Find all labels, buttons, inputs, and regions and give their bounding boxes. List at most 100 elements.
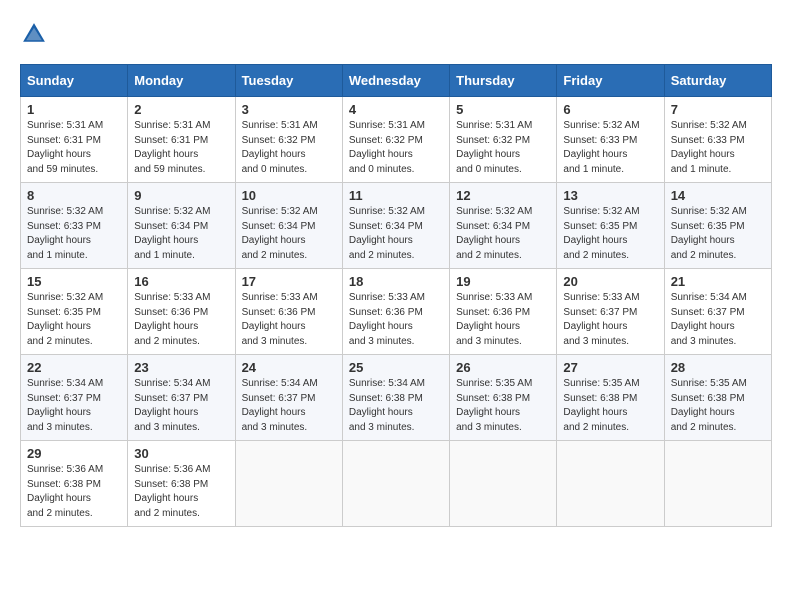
calendar-cell: 26 Sunrise: 5:35 AMSunset: 6:38 PMDayligh…	[450, 355, 557, 441]
day-detail: Sunrise: 5:36 AMSunset: 6:38 PMDaylight …	[27, 463, 121, 521]
day-detail: Sunrise: 5:32 AMSunset: 6:34 PMDaylight …	[349, 205, 443, 263]
calendar-week-row: 29 Sunrise: 5:36 AMSunset: 6:38 PMDayligh…	[21, 441, 772, 527]
day-detail: Sunrise: 5:31 AMSunset: 6:32 PMDaylight …	[242, 119, 336, 177]
calendar-cell: 28 Sunrise: 5:35 AMSunset: 6:38 PMDayligh…	[664, 355, 771, 441]
day-header-sunday: Sunday	[21, 65, 128, 97]
day-header-monday: Monday	[128, 65, 235, 97]
calendar-cell	[342, 441, 449, 527]
day-detail: Sunrise: 5:31 AMSunset: 6:32 PMDaylight …	[456, 119, 550, 177]
logo	[20, 20, 52, 48]
calendar-cell: 3Sunrise: 5:31 AMSunset: 6:32 PMDaylight…	[235, 97, 342, 183]
day-detail: Sunrise: 5:32 AMSunset: 6:33 PMDaylight …	[671, 119, 765, 177]
calendar-cell: 19 Sunrise: 5:33 AMSunset: 6:36 PMDayligh…	[450, 269, 557, 355]
day-number: 13	[563, 188, 657, 203]
day-number: 12	[456, 188, 550, 203]
calendar-cell: 16 Sunrise: 5:33 AMSunset: 6:36 PMDayligh…	[128, 269, 235, 355]
day-detail: Sunrise: 5:32 AMSunset: 6:33 PMDaylight …	[563, 119, 657, 177]
day-number: 1	[27, 102, 121, 117]
day-number: 19	[456, 274, 550, 289]
logo-icon	[20, 20, 48, 48]
day-detail: Sunrise: 5:35 AMSunset: 6:38 PMDaylight …	[563, 377, 657, 435]
calendar-week-row: 22 Sunrise: 5:34 AMSunset: 6:37 PMDayligh…	[21, 355, 772, 441]
day-number: 26	[456, 360, 550, 375]
calendar-cell: 1 Sunrise: 5:31 AMSunset: 6:31 PMDaylight…	[21, 97, 128, 183]
calendar-cell: 5 Sunrise: 5:31 AMSunset: 6:32 PMDaylight…	[450, 97, 557, 183]
day-number: 9	[134, 188, 228, 203]
calendar-cell: 4 Sunrise: 5:31 AMSunset: 6:32 PMDaylight…	[342, 97, 449, 183]
calendar-week-row: 15Sunrise: 5:32 AMSunset: 6:35 PMDayligh…	[21, 269, 772, 355]
calendar-cell	[664, 441, 771, 527]
calendar-table: SundayMondayTuesdayWednesdayThursdayFrid…	[20, 64, 772, 527]
calendar-week-row: 8 Sunrise: 5:32 AMSunset: 6:33 PMDaylight…	[21, 183, 772, 269]
day-number: 27	[563, 360, 657, 375]
calendar-cell: 15Sunrise: 5:32 AMSunset: 6:35 PMDayligh…	[21, 269, 128, 355]
day-number: 30	[134, 446, 228, 461]
day-number: 22	[27, 360, 121, 375]
calendar-cell: 12 Sunrise: 5:32 AMSunset: 6:34 PMDayligh…	[450, 183, 557, 269]
day-detail: Sunrise: 5:33 AMSunset: 6:36 PMDaylight …	[349, 291, 443, 349]
day-number: 18	[349, 274, 443, 289]
day-detail: Sunrise: 5:34 AMSunset: 6:37 PMDaylight …	[27, 377, 121, 435]
day-detail: Sunrise: 5:34 AMSunset: 6:37 PMDaylight …	[671, 291, 765, 349]
calendar-cell: 13 Sunrise: 5:32 AMSunset: 6:35 PMDayligh…	[557, 183, 664, 269]
day-detail: Sunrise: 5:34 AMSunset: 6:37 PMDaylight …	[134, 377, 228, 435]
day-number: 2	[134, 102, 228, 117]
day-number: 17	[242, 274, 336, 289]
day-detail: Sunrise: 5:32 AMSunset: 6:35 PMDaylight …	[563, 205, 657, 263]
day-number: 8	[27, 188, 121, 203]
day-detail: Sunrise: 5:33 AMSunset: 6:36 PMDaylight …	[456, 291, 550, 349]
calendar-cell: 22 Sunrise: 5:34 AMSunset: 6:37 PMDayligh…	[21, 355, 128, 441]
day-number: 29	[27, 446, 121, 461]
day-number: 28	[671, 360, 765, 375]
day-detail: Sunrise: 5:32 AMSunset: 6:34 PMDaylight …	[242, 205, 336, 263]
calendar-cell: 21 Sunrise: 5:34 AMSunset: 6:37 PMDayligh…	[664, 269, 771, 355]
day-detail: Sunrise: 5:32 AMSunset: 6:34 PMDaylight …	[134, 205, 228, 263]
calendar-cell: 23 Sunrise: 5:34 AMSunset: 6:37 PMDayligh…	[128, 355, 235, 441]
day-number: 16	[134, 274, 228, 289]
day-header-tuesday: Tuesday	[235, 65, 342, 97]
calendar-cell: 29 Sunrise: 5:36 AMSunset: 6:38 PMDayligh…	[21, 441, 128, 527]
day-number: 15	[27, 274, 121, 289]
day-detail: Sunrise: 5:33 AMSunset: 6:37 PMDaylight …	[563, 291, 657, 349]
calendar-cell: 25Sunrise: 5:34 AMSunset: 6:38 PMDayligh…	[342, 355, 449, 441]
day-number: 23	[134, 360, 228, 375]
calendar-cell: 9 Sunrise: 5:32 AMSunset: 6:34 PMDaylight…	[128, 183, 235, 269]
day-header-saturday: Saturday	[664, 65, 771, 97]
calendar-cell: 10 Sunrise: 5:32 AMSunset: 6:34 PMDayligh…	[235, 183, 342, 269]
calendar-cell: 17 Sunrise: 5:33 AMSunset: 6:36 PMDayligh…	[235, 269, 342, 355]
day-detail: Sunrise: 5:32 AMSunset: 6:33 PMDaylight …	[27, 205, 121, 263]
day-detail: Sunrise: 5:36 AMSunset: 6:38 PMDaylight …	[134, 463, 228, 521]
calendar-cell: 18 Sunrise: 5:33 AMSunset: 6:36 PMDayligh…	[342, 269, 449, 355]
calendar-cell: 8 Sunrise: 5:32 AMSunset: 6:33 PMDaylight…	[21, 183, 128, 269]
calendar-cell: 27 Sunrise: 5:35 AMSunset: 6:38 PMDayligh…	[557, 355, 664, 441]
calendar-cell: 6Sunrise: 5:32 AMSunset: 6:33 PMDaylight…	[557, 97, 664, 183]
day-detail: Sunrise: 5:31 AMSunset: 6:31 PMDaylight …	[134, 119, 228, 177]
calendar-cell: 20 Sunrise: 5:33 AMSunset: 6:37 PMDayligh…	[557, 269, 664, 355]
day-detail: Sunrise: 5:35 AMSunset: 6:38 PMDaylight …	[671, 377, 765, 435]
calendar-cell: 24Sunrise: 5:34 AMSunset: 6:37 PMDayligh…	[235, 355, 342, 441]
day-number: 5	[456, 102, 550, 117]
day-detail: Sunrise: 5:32 AMSunset: 6:34 PMDaylight …	[456, 205, 550, 263]
calendar-cell: 14Sunrise: 5:32 AMSunset: 6:35 PMDayligh…	[664, 183, 771, 269]
day-detail: Sunrise: 5:31 AMSunset: 6:32 PMDaylight …	[349, 119, 443, 177]
day-detail: Sunrise: 5:31 AMSunset: 6:31 PMDaylight …	[27, 119, 121, 177]
day-number: 21	[671, 274, 765, 289]
day-header-friday: Friday	[557, 65, 664, 97]
day-detail: Sunrise: 5:35 AMSunset: 6:38 PMDaylight …	[456, 377, 550, 435]
calendar-week-row: 1 Sunrise: 5:31 AMSunset: 6:31 PMDaylight…	[21, 97, 772, 183]
day-header-wednesday: Wednesday	[342, 65, 449, 97]
day-detail: Sunrise: 5:34 AMSunset: 6:37 PMDaylight …	[242, 377, 336, 435]
day-number: 25	[349, 360, 443, 375]
day-number: 14	[671, 188, 765, 203]
day-number: 20	[563, 274, 657, 289]
day-number: 4	[349, 102, 443, 117]
calendar-cell: 11 Sunrise: 5:32 AMSunset: 6:34 PMDayligh…	[342, 183, 449, 269]
day-number: 11	[349, 188, 443, 203]
calendar-cell: 7 Sunrise: 5:32 AMSunset: 6:33 PMDaylight…	[664, 97, 771, 183]
calendar-cell: 2 Sunrise: 5:31 AMSunset: 6:31 PMDaylight…	[128, 97, 235, 183]
day-number: 7	[671, 102, 765, 117]
day-detail: Sunrise: 5:33 AMSunset: 6:36 PMDaylight …	[134, 291, 228, 349]
day-number: 10	[242, 188, 336, 203]
day-detail: Sunrise: 5:33 AMSunset: 6:36 PMDaylight …	[242, 291, 336, 349]
day-header-thursday: Thursday	[450, 65, 557, 97]
